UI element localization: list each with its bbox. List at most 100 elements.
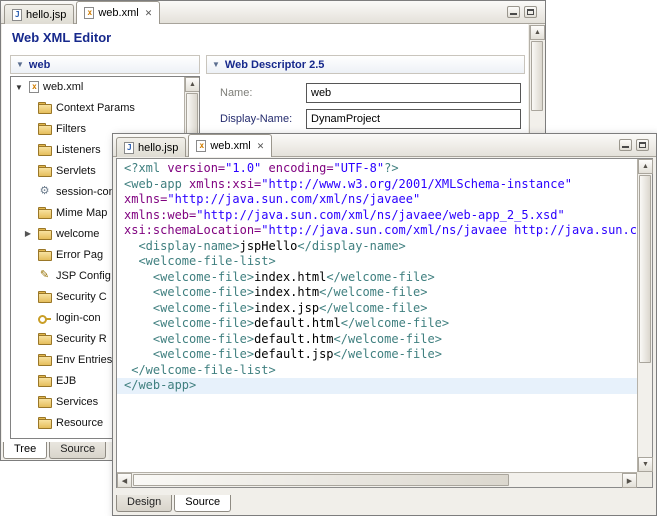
view-tab-source[interactable]: Source — [49, 442, 106, 459]
scroll-left-icon[interactable] — [117, 473, 132, 488]
folder-icon — [37, 123, 52, 135]
xml-file-icon — [84, 7, 94, 19]
folder-icon — [37, 228, 52, 240]
scroll-up-icon[interactable] — [530, 25, 545, 40]
jsp-file-icon — [12, 9, 22, 21]
code-line[interactable]: <welcome-file>default.htm</welcome-file> — [124, 332, 637, 348]
descriptor-section-header[interactable]: Web Descriptor 2.5 — [206, 55, 525, 74]
tree-item-label: EJB — [56, 375, 76, 387]
field-label: Name: — [220, 87, 252, 99]
key-icon — [37, 312, 52, 324]
tree-item-label: Mime Map — [56, 207, 107, 219]
tree-item-label: Security C — [56, 291, 107, 303]
expand-triangle-icon[interactable]: ▶ — [23, 229, 33, 238]
scroll-up-icon[interactable] — [185, 77, 200, 92]
tree-item-context-params[interactable]: Context Params — [11, 97, 184, 118]
tab-hello-jsp[interactable]: hello.jsp — [116, 137, 186, 157]
field-input-display-name[interactable] — [306, 109, 521, 129]
minimize-icon[interactable] — [619, 139, 632, 151]
tree-item-label: Error Pag — [56, 249, 103, 261]
code-line[interactable]: <welcome-file>index.html</welcome-file> — [124, 270, 637, 286]
view-tab-tree[interactable]: Tree — [3, 442, 47, 459]
form-row-1: Display-Name: — [206, 109, 525, 135]
code-line[interactable]: xmlns="http://java.sun.com/xml/ns/javaee… — [124, 192, 637, 208]
tree-section-title: web — [29, 59, 50, 71]
editor-tabbar: hello.jsp web.xml ✕ — [1, 1, 545, 24]
gear-icon — [37, 185, 52, 198]
vertical-scrollbar[interactable] — [637, 159, 652, 472]
tree-item-label: Services — [56, 396, 98, 408]
tree-item-label: login-con — [56, 312, 101, 324]
code-line[interactable]: <welcome-file>default.jsp</welcome-file> — [124, 347, 637, 363]
folder-icon — [37, 333, 52, 345]
tree-item-label: Context Params — [56, 102, 135, 114]
tab-label: hello.jsp — [26, 9, 66, 21]
code-line[interactable]: <web-app xmlns:xsi="http://www.w3.org/20… — [124, 177, 637, 193]
folder-icon — [37, 144, 52, 156]
close-icon[interactable]: ✕ — [145, 9, 153, 18]
scroll-thumb[interactable] — [639, 175, 651, 363]
tree-item-label: Env Entries — [56, 354, 112, 366]
scroll-thumb[interactable] — [133, 474, 509, 486]
maximize-glyph — [527, 9, 534, 15]
folder-icon — [37, 417, 52, 429]
pencil-icon — [37, 269, 52, 282]
maximize-icon[interactable] — [636, 139, 649, 151]
tab-label: hello.jsp — [138, 142, 178, 154]
descriptor-form: Name: Display-Name: — [206, 83, 525, 135]
tab-hello-jsp[interactable]: hello.jsp — [4, 4, 74, 24]
tree-item-label: Resource — [56, 417, 103, 429]
tree-item-label: Security R — [56, 333, 107, 345]
tree-item-label: JSP Config — [56, 270, 111, 282]
xml-file-icon — [196, 140, 206, 152]
collapse-triangle-icon[interactable] — [212, 61, 220, 69]
minimize-glyph — [622, 146, 629, 148]
scroll-right-icon[interactable] — [622, 473, 637, 488]
source-editor: <?xml version="1.0" encoding="UTF-8"?><w… — [116, 158, 653, 488]
form-row-0: Name: — [206, 83, 525, 109]
editor-tabbar: hello.jsp web.xml✕ — [113, 134, 656, 157]
code-line[interactable]: <welcome-file>index.jsp</welcome-file> — [124, 301, 637, 317]
code-line[interactable]: <display-name>jspHello</display-name> — [124, 239, 637, 255]
descriptor-section-title: Web Descriptor 2.5 — [225, 59, 324, 71]
view-tab-design[interactable]: Design — [116, 495, 172, 512]
field-input-name[interactable] — [306, 83, 521, 103]
scroll-down-icon[interactable] — [638, 457, 653, 472]
code-line[interactable]: <welcome-file-list> — [124, 254, 637, 270]
scroll-up-icon[interactable] — [638, 159, 653, 174]
folder-icon — [37, 291, 52, 303]
scroll-thumb[interactable] — [531, 41, 543, 111]
maximize-icon[interactable] — [524, 6, 537, 18]
tree-root-label: web.xml — [43, 81, 83, 93]
code-line[interactable]: <welcome-file>default.html</welcome-file… — [124, 316, 637, 332]
tab-web-xml[interactable]: web.xml✕ — [188, 134, 272, 157]
minimize-icon[interactable] — [507, 6, 520, 18]
code-line[interactable]: xmlns:web="http://java.sun.com/xml/ns/ja… — [124, 208, 637, 224]
tree-section-header[interactable]: web — [10, 55, 200, 74]
scrollbar-corner — [637, 472, 652, 487]
source-editor-window: hello.jsp web.xml✕ <?xml version="1.0" en… — [112, 133, 657, 516]
tab-web-xml[interactable]: web.xml ✕ — [76, 1, 160, 24]
tree-item-label: welcome — [56, 228, 99, 240]
page-title: Web XML Editor — [12, 30, 111, 45]
tab-label: web.xml — [98, 7, 138, 19]
collapse-triangle-icon[interactable]: ▼ — [15, 83, 25, 92]
code-line[interactable]: </welcome-file-list> — [124, 363, 637, 379]
view-tabs: DesignSource — [116, 495, 233, 512]
code-line[interactable]: </web-app> — [117, 378, 637, 394]
code-line[interactable]: xsi:schemaLocation="http://java.sun.com/… — [124, 223, 637, 239]
tree-item-label: session-con — [56, 186, 115, 198]
view-tab-source[interactable]: Source — [174, 495, 231, 512]
code-line[interactable]: <?xml version="1.0" encoding="UTF-8"?> — [124, 161, 637, 177]
tree-item-label: Servlets — [56, 165, 96, 177]
folder-icon — [37, 354, 52, 366]
collapse-triangle-icon[interactable] — [16, 61, 24, 69]
close-icon[interactable]: ✕ — [257, 142, 265, 151]
code-line[interactable]: <welcome-file>index.htm</welcome-file> — [124, 285, 637, 301]
folder-icon — [37, 249, 52, 261]
folder-icon — [37, 375, 52, 387]
code-area[interactable]: <?xml version="1.0" encoding="UTF-8"?><w… — [117, 159, 637, 472]
tree-root-web-xml[interactable]: ▼ web.xml — [11, 77, 184, 97]
horizontal-scrollbar[interactable] — [117, 472, 637, 487]
folder-icon — [37, 102, 52, 114]
